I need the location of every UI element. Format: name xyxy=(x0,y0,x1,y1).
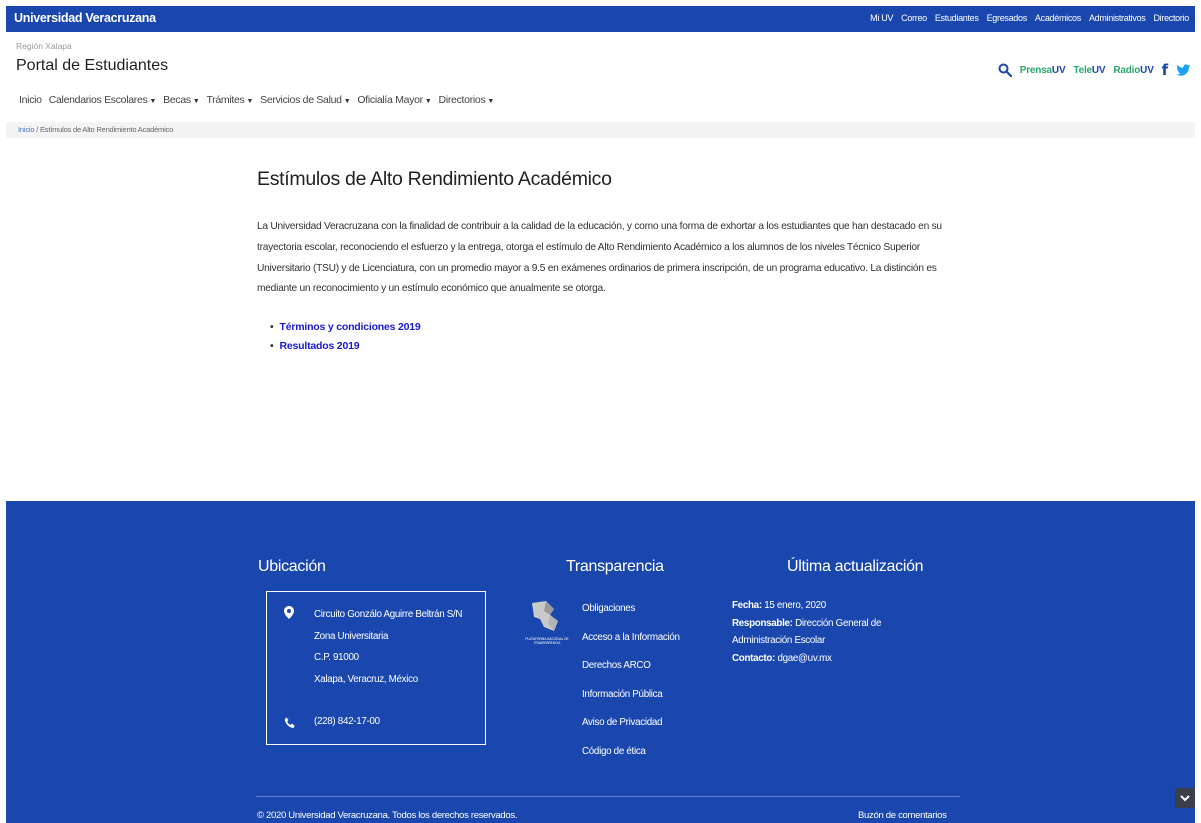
portal-title[interactable]: Portal de Estudiantes xyxy=(16,57,168,75)
copyright-text: © 2020 Universidad Veracruzana. Todos lo… xyxy=(257,810,518,821)
search-icon[interactable] xyxy=(998,63,1012,77)
location-box: Circuito Gonzálo Aguirre Beltrán S/N Zon… xyxy=(266,591,486,745)
top-link-egresados[interactable]: Egresados xyxy=(987,13,1028,23)
transparencia-links: Obligaciones Acceso a la Información Der… xyxy=(582,595,680,767)
caret-down-icon: ▼ xyxy=(424,98,432,105)
nav-label: Becas xyxy=(163,94,191,106)
footer-transparencia-title: Transparencia xyxy=(566,558,664,575)
intro-paragraph: La Universidad Veracruzana con la finali… xyxy=(257,221,942,295)
breadcrumb-current: Estímulos de Alto Rendimiento Académico xyxy=(39,125,174,134)
main-nav: Inicio Calendarios Escolares ▼ Becas ▼ Trá… xyxy=(19,94,494,106)
top-link-estudiantes[interactable]: Estudiantes xyxy=(935,13,979,23)
radio-text: Radio xyxy=(1113,64,1141,76)
transparencia-logo-icon xyxy=(532,601,558,631)
footer-link-informacion-publica[interactable]: Información Pública xyxy=(582,681,680,710)
buzon-comentarios-link[interactable]: Buzón de comentarios xyxy=(858,810,947,821)
responsable-label: Responsable: xyxy=(732,617,793,629)
nav-item-servicios-salud[interactable]: Servicios de Salud ▼ xyxy=(260,94,351,106)
contacto-value[interactable]: dgae@uv.mx xyxy=(775,653,831,664)
top-link-academicos[interactable]: Académicos xyxy=(1035,13,1081,23)
ultima-actualizacion-info: Fecha: 15 enero, 2020 Responsable: Direc… xyxy=(732,597,932,667)
footer-link-aviso-privacidad[interactable]: Aviso de Privacidad xyxy=(582,709,680,738)
caret-down-icon: ▼ xyxy=(343,98,351,105)
top-link-administrativos[interactable]: Administrativos xyxy=(1089,13,1146,23)
footer-link-acceso-informacion[interactable]: Acceso a la Información xyxy=(582,624,680,653)
caret-down-icon: ▼ xyxy=(192,98,200,105)
address-line: Circuito Gonzálo Aguirre Beltrán S/N xyxy=(314,609,463,620)
prensa-uv-link[interactable]: PrensaUV xyxy=(1020,65,1066,76)
caret-down-icon: ▼ xyxy=(246,98,254,105)
phone-icon xyxy=(284,717,295,728)
social-links: PrensaUV TeleUV RadioUV f xyxy=(998,61,1191,79)
terminos-link[interactable]: Términos y condiciones 2019 xyxy=(279,321,420,333)
plataforma-transparencia-logo[interactable]: PLATAFORMA NACIONAL DE TRANSPARENCIA xyxy=(524,599,570,663)
nav-label: Calendarios Escolares xyxy=(48,94,148,106)
fecha-label: Fecha: xyxy=(732,600,762,611)
top-bar: Universidad Veracruzana Mi UV Correo Est… xyxy=(6,6,1195,32)
nav-item-inicio[interactable]: Inicio xyxy=(19,94,42,106)
nav-label: Servicios de Salud xyxy=(260,94,342,106)
nav-item-directorios[interactable]: Directorios ▼ xyxy=(439,94,495,106)
footer-divider xyxy=(256,796,960,797)
breadcrumb: Inicio / Estímulos de Alto Rendimiento A… xyxy=(6,122,1195,138)
tele-uv-text: UV xyxy=(1091,64,1106,76)
footer-ultima-title: Última actualización xyxy=(787,558,924,575)
nav-label: Trámites xyxy=(206,94,245,106)
caret-down-icon: ▼ xyxy=(487,98,495,105)
phone-number[interactable]: (228) 842-17-00 xyxy=(314,716,380,727)
top-link-directorio[interactable]: Directorio xyxy=(1153,13,1189,23)
scroll-button[interactable] xyxy=(1175,788,1195,808)
facebook-icon[interactable]: f xyxy=(1162,61,1169,79)
nav-item-tramites[interactable]: Trámites ▼ xyxy=(206,94,253,106)
tele-text: Tele xyxy=(1073,64,1092,76)
footer-link-codigo-etica[interactable]: Código de ética xyxy=(582,738,680,767)
prensa-text: Prensa xyxy=(1019,64,1052,76)
resultados-link[interactable]: Resultados 2019 xyxy=(279,340,359,352)
top-link-correo[interactable]: Correo xyxy=(901,13,927,23)
breadcrumb-trail: Inicio / Estímulos de Alto Rendimiento A… xyxy=(18,125,173,134)
map-pin-icon xyxy=(284,606,294,619)
address-line: Zona Universitaria xyxy=(314,630,389,642)
tele-uv-link[interactable]: TeleUV xyxy=(1073,65,1105,76)
list-item: Términos y condiciones 2019 xyxy=(270,318,420,337)
caret-down-icon: ▼ xyxy=(149,98,157,105)
nav-label: Directorios xyxy=(438,94,486,106)
responsable-row: Responsable: Dirección General de Admini… xyxy=(732,615,932,650)
contacto-label: Contacto: xyxy=(732,652,776,664)
twitter-icon[interactable] xyxy=(1176,63,1191,77)
logo-caption: PLATAFORMA NACIONAL DE TRANSPARENCIA xyxy=(525,637,569,645)
region-label: Región Xalapa xyxy=(16,41,72,51)
nav-label: Oficialía Mayor xyxy=(357,94,423,106)
prensa-uv-text: UV xyxy=(1051,64,1066,76)
footer-ubicacion-title: Ubicación xyxy=(258,558,326,575)
nav-item-oficialia-mayor[interactable]: Oficialía Mayor ▼ xyxy=(357,94,431,106)
nav-label: Inicio xyxy=(19,94,42,106)
chevron-down-icon xyxy=(1180,794,1190,801)
contacto-row: Contacto: dgae@uv.mx xyxy=(732,650,932,668)
top-links: Mi UV Correo Estudiantes Egresados Acadé… xyxy=(870,13,1189,23)
nav-item-becas[interactable]: Becas ▼ xyxy=(163,94,200,106)
list-item: Resultados 2019 xyxy=(270,337,421,356)
footer-link-obligaciones[interactable]: Obligaciones xyxy=(582,595,680,624)
university-brand[interactable]: Universidad Veracruzana xyxy=(14,11,156,25)
fecha-value: 15 enero, 2020 xyxy=(761,600,826,611)
footer: Ubicación Transparencia Última actualiza… xyxy=(6,501,1195,823)
address-line: C.P. 91000 xyxy=(314,652,359,664)
nav-item-calendarios[interactable]: Calendarios Escolares ▼ xyxy=(48,94,157,106)
fecha-row: Fecha: 15 enero, 2020 xyxy=(732,597,932,615)
address: Circuito Gonzálo Aguirre Beltrán S/N Zon… xyxy=(314,604,463,690)
top-link-mi-uv[interactable]: Mi UV xyxy=(870,13,893,23)
document-links: Términos y condiciones 2019 Resultados 2… xyxy=(270,318,421,356)
breadcrumb-home-link[interactable]: Inicio xyxy=(18,125,35,134)
radio-uv-link[interactable]: RadioUV xyxy=(1113,65,1153,76)
radio-uv-text: UV xyxy=(1140,64,1154,76)
footer-link-derechos-arco[interactable]: Derechos ARCO xyxy=(582,652,680,681)
page-title: Estímulos de Alto Rendimiento Académico xyxy=(257,168,612,190)
address-line: Xalapa, Veracruz, México xyxy=(314,673,418,685)
